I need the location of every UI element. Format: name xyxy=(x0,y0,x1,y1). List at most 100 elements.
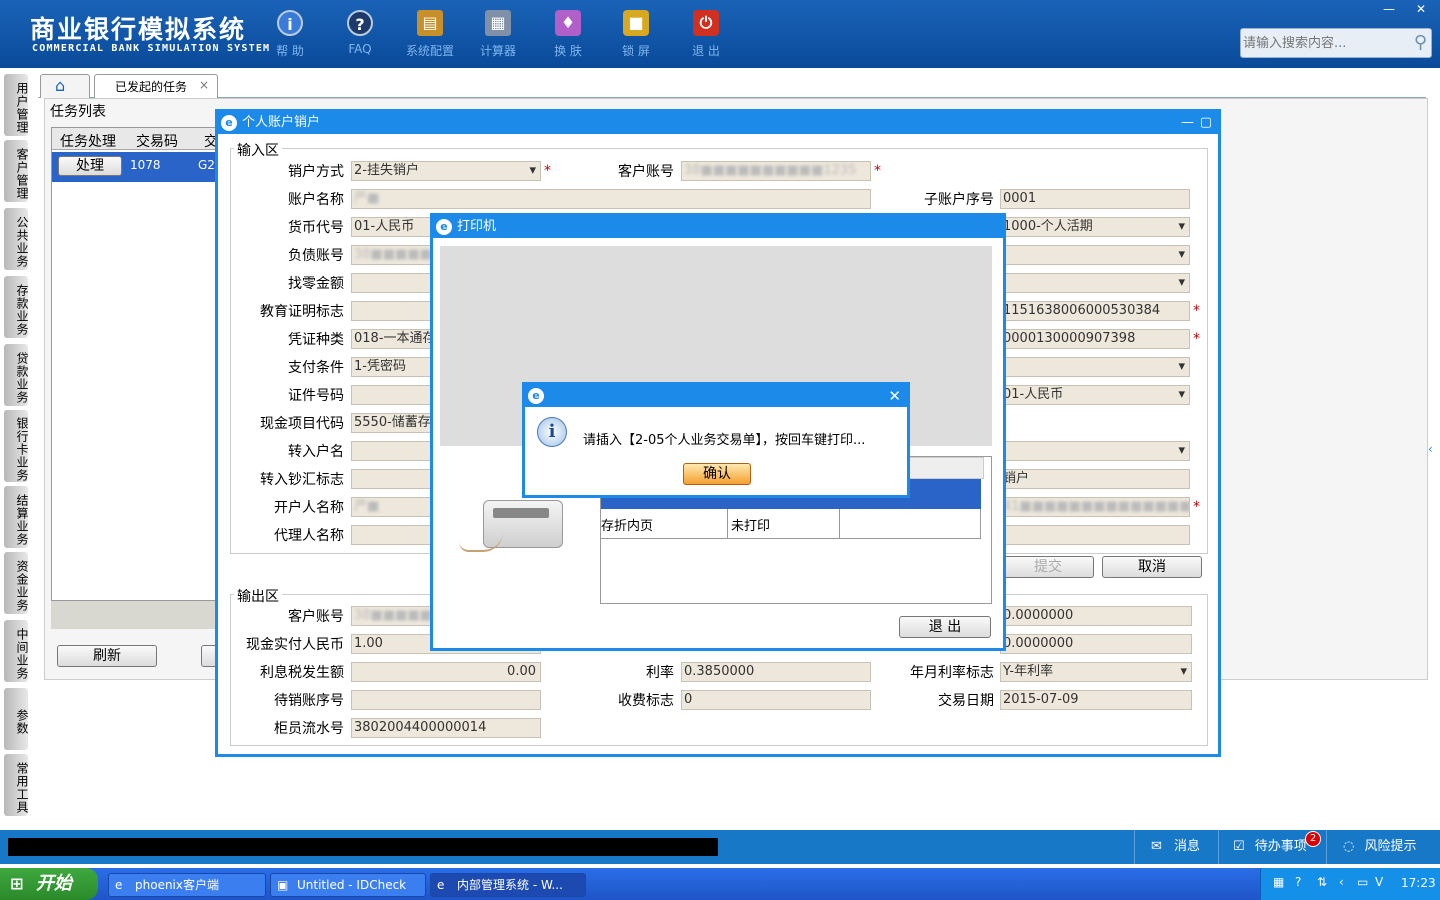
app-logo-icon: e xyxy=(436,219,452,235)
taskbar-item-idcheck[interactable]: ▣ Untitled - IDCheck xyxy=(270,873,426,897)
help-button[interactable]: i 帮 助 xyxy=(258,10,322,59)
system-config-button[interactable]: ▤ 系统配置 xyxy=(398,10,462,59)
right-select-3[interactable] xyxy=(1000,357,1190,377)
chat-icon: ◌ xyxy=(1343,839,1355,854)
taskbar-item-phoenix[interactable]: e phoenix客户端 xyxy=(108,873,266,897)
mail-icon: ✉ xyxy=(1151,839,1162,854)
shirt-icon: ♦ xyxy=(555,10,581,36)
nav-funds[interactable]: 资金业务 xyxy=(4,552,29,614)
skin-button[interactable]: ♦ 换 肤 xyxy=(536,10,600,59)
search-box: ⚲ xyxy=(1240,28,1432,58)
customer-account-field[interactable]: 38■■■■■■■■■■1235 xyxy=(681,161,871,181)
ie-icon: e xyxy=(115,878,123,892)
faq-button[interactable]: ? FAQ xyxy=(328,10,392,56)
edu-value-field[interactable]: 1151638006000530384 xyxy=(1000,301,1190,321)
confirm-title-bar: e ✕ xyxy=(525,385,907,407)
app-logo-icon: e xyxy=(528,388,544,404)
tab-initiated-tasks[interactable]: 已发起的任务 × xyxy=(94,74,218,98)
nav-deposit-business[interactable]: 存款业务 xyxy=(4,276,29,338)
table-row[interactable]: 存折内页 未打印 xyxy=(601,509,981,539)
status-progress xyxy=(8,838,718,856)
right-select-2[interactable] xyxy=(1000,273,1190,293)
maximize-dialog-icon[interactable]: ▢ xyxy=(1200,112,1212,134)
fee-flag-field[interactable]: 0 xyxy=(681,690,871,710)
checkbox-icon: ☑ xyxy=(1233,839,1245,854)
submit-button[interactable]: 提交 xyxy=(1002,556,1094,578)
help-icon[interactable]: ? xyxy=(1295,875,1301,889)
nav-common-tools[interactable]: 常用工具 xyxy=(4,754,29,816)
network-icon[interactable]: ⇅ xyxy=(1317,875,1327,889)
teller-seq-field[interactable]: 3802004400000014 xyxy=(351,718,541,738)
rate-field[interactable]: 0.3850000 xyxy=(681,662,871,682)
refresh-button[interactable]: 刷新 xyxy=(57,645,157,667)
output-value-2[interactable]: 0.0000000 xyxy=(1000,634,1192,654)
tab-home[interactable]: ⌂ xyxy=(40,74,90,98)
right-select-4[interactable] xyxy=(1000,441,1190,461)
nav-settlement[interactable]: 结算业务 xyxy=(4,486,29,548)
chevron-left-icon[interactable]: ‹ xyxy=(1339,875,1344,889)
monitor-icon[interactable]: ▭ xyxy=(1357,875,1368,889)
search-icon[interactable]: ⚲ xyxy=(1414,32,1427,53)
windows-logo-icon: ⊞ xyxy=(10,874,24,893)
toolbox-icon: ▤ xyxy=(417,10,443,36)
output-value-1[interactable]: 0.0000000 xyxy=(1000,606,1192,626)
opener-id-field[interactable]: 41■■■■■■■■■■■■■■ xyxy=(1000,497,1190,517)
exit-button[interactable]: ⏻ 退 出 xyxy=(674,10,738,59)
power-icon: ⏻ xyxy=(693,10,719,36)
messages-button[interactable]: ✉ 消息 xyxy=(1134,830,1216,864)
interest-tax-field[interactable]: 0.00 xyxy=(351,662,541,682)
process-button[interactable]: 处理 xyxy=(58,156,122,176)
close-method-select[interactable]: 2-挂失销户 xyxy=(351,161,541,181)
minimize-button[interactable]: — xyxy=(1374,0,1404,18)
lock-screen-button[interactable]: ■ 锁 屏 xyxy=(604,10,668,59)
nav-loan-business[interactable]: 贷款业务 xyxy=(4,344,29,406)
dialog-title-bar: e 个人账户销户 — ▢ xyxy=(218,112,1218,134)
keyboard-icon[interactable]: ▦ xyxy=(1273,875,1284,889)
question-icon: ? xyxy=(347,10,373,36)
close-icon[interactable]: ✕ xyxy=(888,385,901,407)
printer-title: 打印机 xyxy=(457,219,497,234)
app-tray-icon[interactable]: V xyxy=(1375,875,1383,889)
info-icon: i xyxy=(537,417,567,447)
printer-icon xyxy=(459,494,569,574)
nav-customer-management[interactable]: 客户管理 xyxy=(4,140,29,202)
trade-date-field[interactable]: 2015-07-09 xyxy=(1000,690,1192,710)
close-tab-icon[interactable]: × xyxy=(199,78,209,92)
printer-exit-button[interactable]: 退 出 xyxy=(899,616,991,638)
app-subtitle: COMMERCIAL BANK SIMULATION SYSTEM xyxy=(32,43,271,54)
task-list-title: 任务列表 xyxy=(47,101,109,121)
pending-seq-field[interactable] xyxy=(351,690,541,710)
rate-flag-select[interactable]: Y-年利率 xyxy=(1000,662,1192,682)
nav-parameters[interactable]: 参数 xyxy=(4,688,29,750)
voucher-number-field[interactable]: 0000130000907398 xyxy=(1000,329,1190,349)
minimize-dialog-icon[interactable]: — xyxy=(1181,112,1194,134)
transfer-flag-value-field[interactable]: 销户 xyxy=(1000,469,1190,489)
close-window-button[interactable]: ✕ xyxy=(1406,0,1436,18)
clock: 17:23 xyxy=(1401,876,1436,890)
input-section-title: 输入区 xyxy=(234,140,282,160)
collapse-arrow-icon[interactable]: ‹ xyxy=(1428,442,1433,456)
cancel-button[interactable]: 取消 xyxy=(1102,556,1202,578)
app-title: 商业银行模拟系统 xyxy=(30,15,247,44)
calculator-icon: ▦ xyxy=(485,10,511,36)
right-field-last[interactable] xyxy=(1000,525,1190,545)
sub-account-field[interactable]: 0001 xyxy=(1000,189,1190,209)
search-input[interactable] xyxy=(1243,33,1403,53)
table-row[interactable]: 处理 1078 G28 xyxy=(52,152,223,182)
id-currency-select[interactable]: 01-人民币 xyxy=(1000,385,1190,405)
nav-bank-card[interactable]: 银行卡业务 xyxy=(4,410,29,482)
window-icon: ▣ xyxy=(277,878,289,892)
nav-intermediary[interactable]: 中间业务 xyxy=(4,620,29,682)
right-select-1[interactable] xyxy=(1000,245,1190,265)
start-button[interactable]: ⊞ 开始 xyxy=(0,868,98,900)
calculator-button[interactable]: ▦ 计算器 xyxy=(466,10,530,59)
product-select[interactable]: 1000-个人活期 xyxy=(1000,217,1190,237)
system-tray: ▦ ? ⇅ ‹ ▭ V 17:23 xyxy=(1260,868,1440,900)
risk-alert-button[interactable]: ◌ 风险提示 xyxy=(1326,830,1440,864)
confirm-ok-button[interactable]: 确认 xyxy=(683,463,751,485)
account-name-field[interactable]: 严■ xyxy=(351,189,871,209)
nav-user-management[interactable]: 用户管理 xyxy=(4,74,29,136)
nav-public-business[interactable]: 公共业务 xyxy=(4,208,29,270)
info-icon: i xyxy=(277,10,303,36)
taskbar-item-internal-system[interactable]: e 内部管理系统 - W... xyxy=(430,873,586,897)
